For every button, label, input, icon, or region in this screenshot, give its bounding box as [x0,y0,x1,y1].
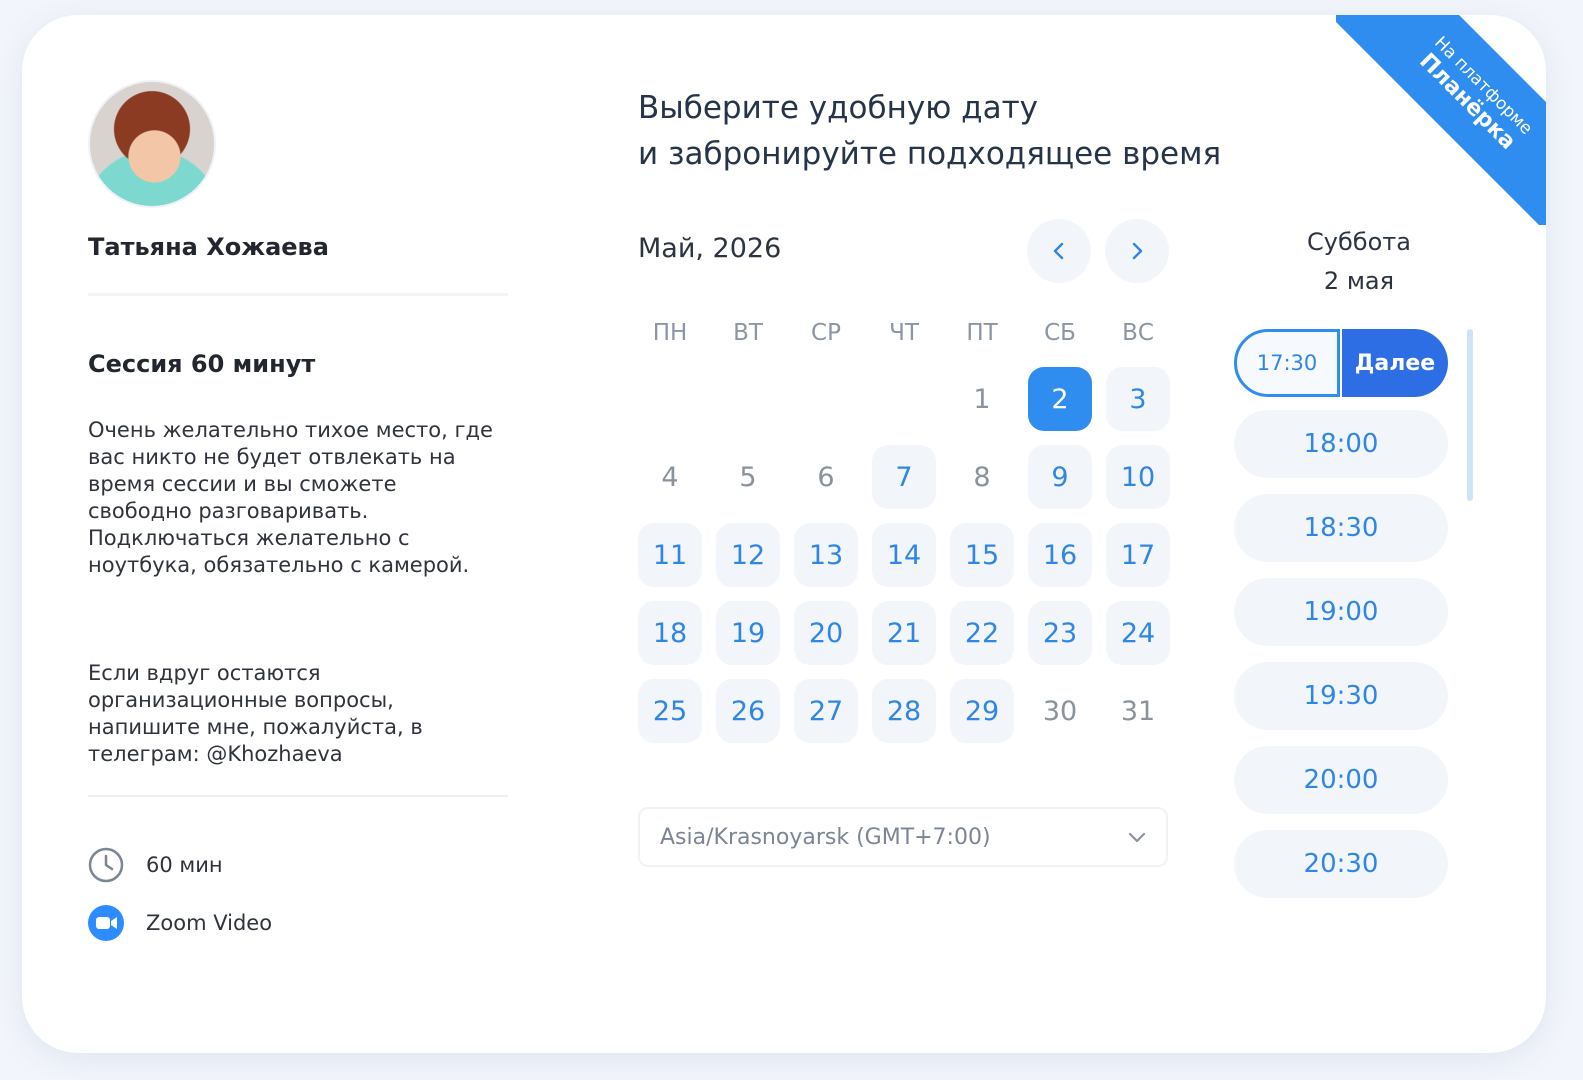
host-name: Татьяна Хожаева [88,233,329,261]
calendar-day[interactable]: 10 [1106,445,1170,509]
calendar-day[interactable]: 18 [638,601,702,665]
chevron-left-icon [1053,242,1064,260]
weekday-label: ЧТ [889,320,919,346]
calendar-day[interactable]: 15 [950,523,1014,587]
page-title-line1: Выберите удобную дату [638,90,1039,126]
calendar-day[interactable]: 14 [872,523,936,587]
chevron-right-icon [1132,242,1143,260]
timezone-value: Asia/Krasnoyarsk (GMT+7:00) [660,824,991,850]
calendar-day[interactable]: 12 [716,523,780,587]
calendar-day[interactable]: 28 [872,679,936,743]
session-note: Если вдруг остаются организационные вопр… [88,661,423,766]
chevron-down-icon [1128,832,1146,843]
time-slot[interactable]: 18:30 [1234,494,1448,562]
duration-row: 60 мин [88,847,223,883]
time-slot[interactable]: 20:30 [1234,830,1448,898]
time-slot[interactable]: 20:00 [1234,746,1448,814]
calendar-day: 31 [1120,695,1156,727]
timezone-select[interactable]: Asia/Krasnoyarsk (GMT+7:00) [638,807,1168,867]
calendar-day[interactable]: 22 [950,601,1014,665]
time-slot[interactable]: 19:00 [1234,578,1448,646]
calendar-day: 30 [1042,695,1078,727]
month-label: Май, 2026 [638,233,782,264]
selected-day-name: Суббота [1307,228,1411,256]
calendar-day[interactable]: 25 [638,679,702,743]
zoom-video-icon [88,905,124,941]
page-title: Выберите удобную дату и забронируйте под… [638,85,1221,177]
platform-ribbon[interactable]: На платформе Планёрка [1336,15,1546,225]
platform-row: Zoom Video [88,905,272,941]
calendar-day[interactable]: 13 [794,523,858,587]
platform-label: Zoom Video [146,911,273,935]
calendar-day: 6 [817,461,835,493]
weekday-label: ПТ [966,320,998,346]
calendar-day[interactable]: 20 [794,601,858,665]
weekday-label: ВС [1122,320,1154,346]
calendar-day: 4 [661,461,679,493]
selected-day-date: 2 мая [1323,267,1395,295]
next-button[interactable]: Далее [1342,329,1448,397]
time-slot[interactable]: 19:30 [1234,662,1448,730]
clock-icon [88,847,124,883]
weekday-label: ВТ [733,320,763,346]
next-month-button[interactable] [1105,219,1169,283]
calendar-day[interactable]: 27 [794,679,858,743]
calendar-day[interactable]: 23 [1028,601,1092,665]
booking-card: На платформе Планёрка Татьяна Хожаева Се… [22,15,1546,1053]
calendar-day[interactable]: 7 [872,445,936,509]
divider [88,795,508,797]
calendar-day[interactable]: 9 [1028,445,1092,509]
page-title-line2: и забронируйте подходящее время [638,136,1222,172]
calendar-day[interactable]: 21 [872,601,936,665]
calendar-day[interactable]: 24 [1106,601,1170,665]
calendar-day-selected[interactable]: 2 [1028,367,1092,431]
slots-scrollbar[interactable] [1467,329,1473,501]
calendar-day[interactable]: 17 [1106,523,1170,587]
avatar [90,82,214,206]
time-slot[interactable]: 18:00 [1234,410,1448,478]
weekday-label: СБ [1044,320,1076,346]
calendar-day: 8 [973,461,991,493]
calendar-day[interactable]: 3 [1106,367,1170,431]
calendar-day: 1 [973,383,991,415]
weekday-label: ПН [652,320,688,346]
divider [88,293,508,296]
session-title: Сессия 60 минут [88,350,316,378]
calendar-day: 5 [739,461,757,493]
calendar-day[interactable]: 11 [638,523,702,587]
selected-day-header: Суббота 2 мая [1234,223,1484,301]
calendar-day[interactable]: 16 [1028,523,1092,587]
session-description: Очень желательно тихое место, где вас ни… [88,418,493,577]
calendar-day[interactable]: 29 [950,679,1014,743]
prev-month-button[interactable] [1027,219,1091,283]
weekday-label: СР [811,320,841,346]
selected-time-slot[interactable]: 17:30 [1234,329,1340,397]
duration-label: 60 мин [146,853,223,877]
calendar-day[interactable]: 19 [716,601,780,665]
calendar-day[interactable]: 26 [716,679,780,743]
